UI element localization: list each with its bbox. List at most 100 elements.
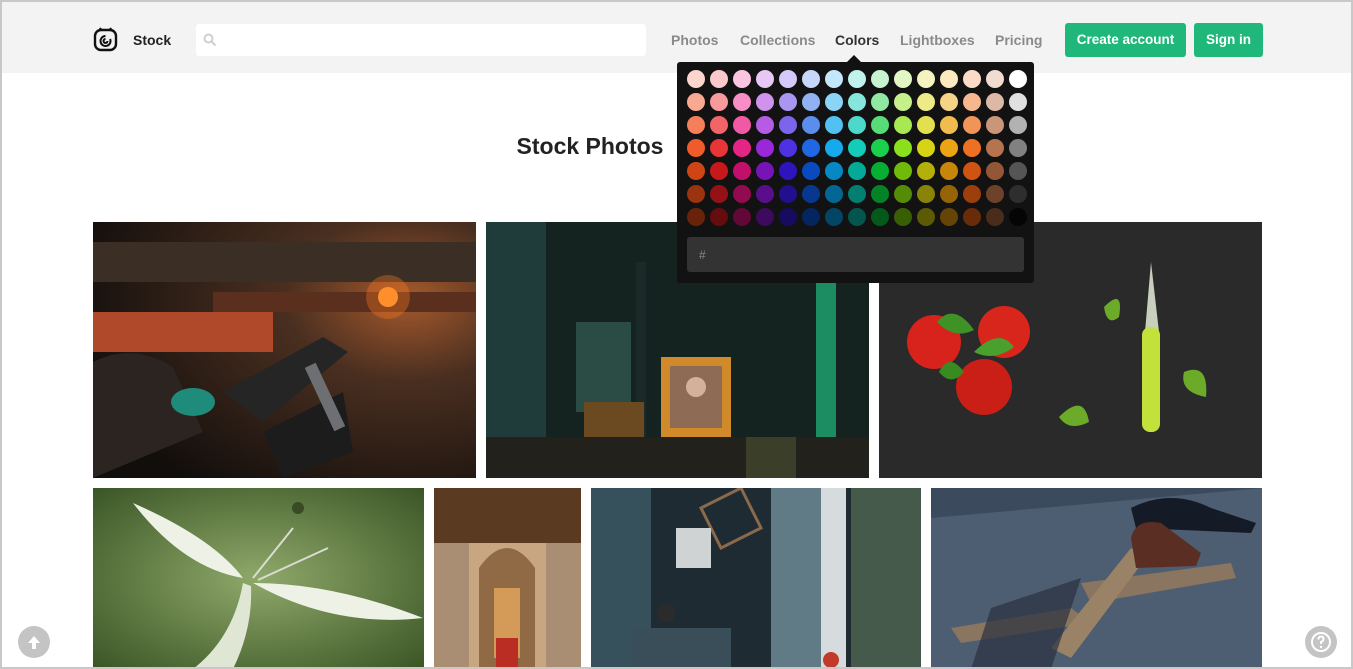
nav-collections[interactable]: Collections (740, 32, 815, 48)
color-swatch[interactable] (894, 93, 912, 111)
color-swatch[interactable] (917, 70, 935, 88)
create-account-button[interactable]: Create account (1065, 23, 1186, 57)
color-swatch[interactable] (733, 70, 751, 88)
color-swatch[interactable] (802, 185, 820, 203)
stock-logo-icon[interactable] (93, 26, 119, 52)
color-swatch[interactable] (687, 93, 705, 111)
color-swatch[interactable] (1009, 116, 1027, 134)
hex-input[interactable] (715, 243, 1019, 267)
color-swatch[interactable] (1009, 93, 1027, 111)
color-swatch[interactable] (894, 208, 912, 226)
color-swatch[interactable] (963, 185, 981, 203)
color-swatch[interactable] (802, 162, 820, 180)
color-swatch[interactable] (710, 139, 728, 157)
nav-photos[interactable]: Photos (671, 32, 718, 48)
color-swatch[interactable] (687, 185, 705, 203)
color-swatch[interactable] (825, 208, 843, 226)
color-swatch[interactable] (825, 70, 843, 88)
color-swatch[interactable] (940, 70, 958, 88)
color-swatch[interactable] (756, 185, 774, 203)
color-swatch[interactable] (848, 208, 866, 226)
color-swatch[interactable] (756, 93, 774, 111)
color-swatch[interactable] (963, 162, 981, 180)
color-swatch[interactable] (710, 93, 728, 111)
color-swatch[interactable] (687, 208, 705, 226)
color-swatch[interactable] (756, 208, 774, 226)
color-swatch[interactable] (756, 162, 774, 180)
photo-moth[interactable] (93, 488, 424, 669)
color-swatch[interactable] (779, 185, 797, 203)
color-swatch[interactable] (825, 185, 843, 203)
color-swatch[interactable] (710, 70, 728, 88)
color-swatch[interactable] (687, 139, 705, 157)
help-button[interactable] (1305, 626, 1337, 658)
color-swatch[interactable] (687, 162, 705, 180)
color-swatch[interactable] (848, 93, 866, 111)
color-swatch[interactable] (986, 93, 1004, 111)
color-swatch[interactable] (848, 70, 866, 88)
color-swatch[interactable] (917, 93, 935, 111)
color-swatch[interactable] (940, 208, 958, 226)
color-swatch[interactable] (825, 116, 843, 134)
color-swatch[interactable] (963, 116, 981, 134)
color-swatch[interactable] (687, 116, 705, 134)
color-swatch[interactable] (779, 70, 797, 88)
color-swatch[interactable] (986, 162, 1004, 180)
color-swatch[interactable] (733, 116, 751, 134)
color-swatch[interactable] (710, 208, 728, 226)
color-swatch[interactable] (986, 185, 1004, 203)
color-swatch[interactable] (756, 70, 774, 88)
color-swatch[interactable] (894, 139, 912, 157)
photo-interior[interactable] (591, 488, 921, 669)
color-swatch[interactable] (986, 208, 1004, 226)
color-swatch[interactable] (825, 139, 843, 157)
color-swatch[interactable] (894, 185, 912, 203)
nav-colors[interactable]: Colors (835, 32, 879, 48)
color-swatch[interactable] (871, 139, 889, 157)
photo-cathedral[interactable] (434, 488, 581, 669)
color-swatch[interactable] (917, 116, 935, 134)
color-swatch[interactable] (756, 139, 774, 157)
color-swatch[interactable] (802, 139, 820, 157)
color-swatch[interactable] (940, 139, 958, 157)
color-swatch[interactable] (940, 162, 958, 180)
color-swatch[interactable] (710, 162, 728, 180)
color-swatch[interactable] (733, 208, 751, 226)
color-swatch[interactable] (986, 70, 1004, 88)
color-swatch[interactable] (963, 70, 981, 88)
nav-pricing[interactable]: Pricing (995, 32, 1042, 48)
color-swatch[interactable] (871, 185, 889, 203)
photo-shoes[interactable] (931, 488, 1262, 669)
color-swatch[interactable] (733, 162, 751, 180)
color-swatch[interactable] (871, 116, 889, 134)
color-swatch[interactable] (986, 139, 1004, 157)
color-swatch[interactable] (917, 208, 935, 226)
color-swatch[interactable] (848, 162, 866, 180)
color-swatch[interactable] (779, 139, 797, 157)
color-swatch[interactable] (871, 70, 889, 88)
color-swatch[interactable] (940, 185, 958, 203)
color-swatch[interactable] (710, 116, 728, 134)
color-swatch[interactable] (733, 93, 751, 111)
color-swatch[interactable] (848, 116, 866, 134)
color-swatch[interactable] (1009, 185, 1027, 203)
brand-name[interactable]: Stock (133, 32, 171, 48)
color-swatch[interactable] (848, 185, 866, 203)
color-swatch[interactable] (733, 185, 751, 203)
color-swatch[interactable] (779, 208, 797, 226)
color-swatch[interactable] (1009, 208, 1027, 226)
color-swatch[interactable] (871, 208, 889, 226)
color-swatch[interactable] (1009, 162, 1027, 180)
color-swatch[interactable] (963, 93, 981, 111)
hex-input-box[interactable]: # (687, 237, 1024, 272)
color-swatch[interactable] (963, 208, 981, 226)
nav-lightboxes[interactable]: Lightboxes (900, 32, 975, 48)
color-swatch[interactable] (779, 162, 797, 180)
color-swatch[interactable] (894, 116, 912, 134)
color-swatch[interactable] (779, 93, 797, 111)
color-swatch[interactable] (940, 93, 958, 111)
color-swatch[interactable] (710, 185, 728, 203)
search-input[interactable] (224, 28, 638, 54)
color-swatch[interactable] (917, 162, 935, 180)
scroll-to-top-button[interactable] (18, 626, 50, 658)
